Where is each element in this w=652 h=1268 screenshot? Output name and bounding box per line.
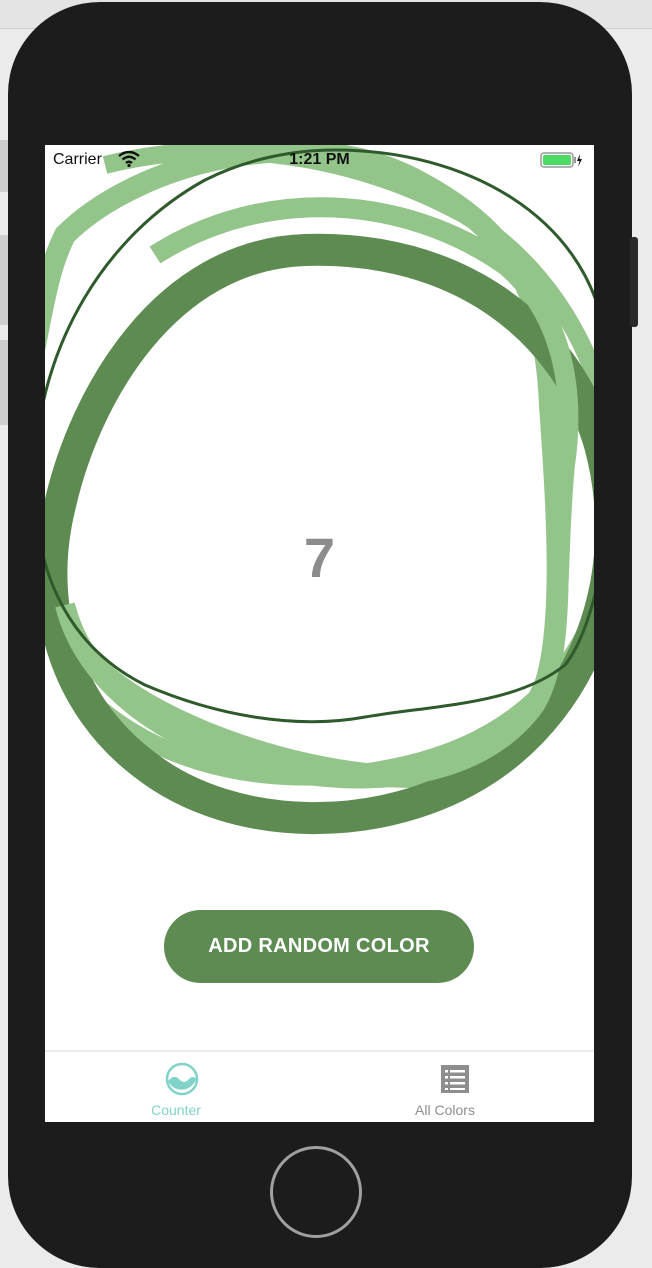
tab-counter[interactable]: Counter <box>45 1052 319 1122</box>
wave-circle-icon <box>165 1062 199 1096</box>
tab-all-colors[interactable]: All Colors <box>320 1052 594 1122</box>
status-time: 1:21 PM <box>289 151 350 168</box>
tab-bar: Counter All Colors <box>45 1050 594 1122</box>
tab-all-colors-label: All Colors <box>415 1102 475 1118</box>
home-button[interactable] <box>270 1146 362 1238</box>
tab-counter-label: Counter <box>151 1102 201 1118</box>
app-screen: Carrier 1:21 PM 7 ADD RANDOM COLOR Count… <box>45 145 594 1122</box>
list-icon <box>441 1065 469 1093</box>
add-random-color-button[interactable]: ADD RANDOM COLOR <box>164 910 474 983</box>
power-button <box>630 237 638 327</box>
battery-charging-icon <box>540 152 582 168</box>
counter-value: 7 <box>303 526 336 589</box>
status-bar: Carrier 1:21 PM <box>45 145 594 177</box>
